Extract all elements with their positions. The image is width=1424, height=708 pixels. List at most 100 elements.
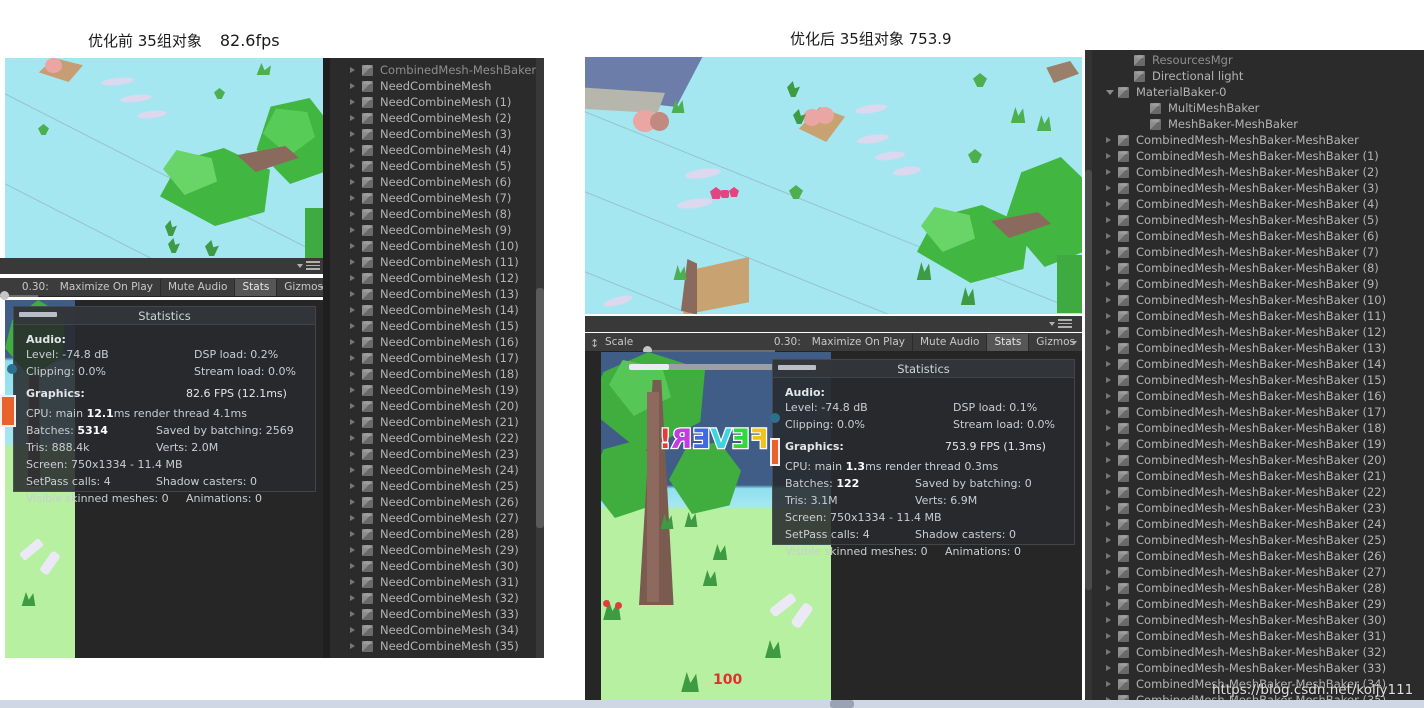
hierarchy-item[interactable]: NeedCombineMesh (5) xyxy=(336,158,544,174)
expand-arrow-icon[interactable] xyxy=(350,595,355,601)
hierarchy-item[interactable]: CombinedMesh-MeshBaker-MeshBaker (25) xyxy=(1092,532,1424,548)
expand-arrow-icon[interactable] xyxy=(1106,169,1111,175)
hierarchy-item[interactable]: CombinedMesh-MeshBaker-MeshBaker (15) xyxy=(1092,372,1424,388)
left-stats-button[interactable]: Stats xyxy=(235,278,278,296)
expand-arrow-icon[interactable] xyxy=(1106,441,1111,447)
hierarchy-item[interactable]: NeedCombineMesh (14) xyxy=(336,302,544,318)
expand-arrow-icon[interactable] xyxy=(350,179,355,185)
right-vertical-splitter-icon[interactable]: ↕ xyxy=(590,337,599,350)
hierarchy-item[interactable]: NeedCombineMesh (4) xyxy=(336,142,544,158)
hierarchy-item[interactable]: NeedCombineMesh (27) xyxy=(336,510,544,526)
hierarchy-item[interactable]: CombinedMesh-MeshBaker-MeshBaker (28) xyxy=(1092,580,1424,596)
expand-arrow-icon[interactable] xyxy=(350,291,355,297)
left-mute-audio-button[interactable]: Mute Audio xyxy=(161,278,236,296)
hierarchy-item[interactable]: CombinedMesh-MeshBaker-MeshBaker (32) xyxy=(1092,644,1424,660)
expand-arrow-icon[interactable] xyxy=(1106,281,1111,287)
expand-arrow-icon[interactable] xyxy=(350,483,355,489)
hierarchy-item[interactable]: CombinedMesh-MeshBaker-M xyxy=(336,62,544,78)
left-gameview-toolbar[interactable]: 0.30: Maximize On Play Mute Audio Stats … xyxy=(0,278,330,300)
expand-arrow-icon[interactable] xyxy=(350,467,355,473)
hierarchy-item[interactable]: NeedCombineMesh (25) xyxy=(336,478,544,494)
expand-arrow-icon[interactable] xyxy=(350,99,355,105)
hierarchy-item[interactable]: CombinedMesh-MeshBaker-MeshBaker (11) xyxy=(1092,308,1424,324)
expand-arrow-icon[interactable] xyxy=(350,67,355,73)
hierarchy-item[interactable]: CombinedMesh-MeshBaker-MeshBaker (21) xyxy=(1092,468,1424,484)
hierarchy-item[interactable]: CombinedMesh-MeshBaker-MeshBaker (17) xyxy=(1092,404,1424,420)
right-hierarchy-scroll-thumb[interactable] xyxy=(1085,170,1092,590)
expand-arrow-icon[interactable] xyxy=(1106,425,1111,431)
hierarchy-item[interactable]: MaterialBaker-0 xyxy=(1092,84,1424,100)
hierarchy-item[interactable]: NeedCombineMesh (1) xyxy=(336,94,544,110)
hierarchy-item[interactable]: CombinedMesh-MeshBaker-MeshBaker (27) xyxy=(1092,564,1424,580)
hierarchy-item[interactable]: CombinedMesh-MeshBaker-MeshBaker (23) xyxy=(1092,500,1424,516)
expand-arrow-icon[interactable] xyxy=(1106,345,1111,351)
hierarchy-item[interactable]: NeedCombineMesh (16) xyxy=(336,334,544,350)
hierarchy-item[interactable]: CombinedMesh-MeshBaker-MeshBaker (1) xyxy=(1092,148,1424,164)
hierarchy-item[interactable]: Directional light xyxy=(1092,68,1424,84)
hierarchy-item[interactable]: NeedCombineMesh (34) xyxy=(336,622,544,638)
expand-arrow-icon[interactable] xyxy=(350,419,355,425)
expand-arrow-icon[interactable] xyxy=(1106,633,1111,639)
right-hierarchy-scrollbar[interactable] xyxy=(1085,50,1092,702)
hierarchy-item[interactable]: CombinedMesh-MeshBaker-MeshBaker (20) xyxy=(1092,452,1424,468)
hierarchy-item[interactable]: NeedCombineMesh (23) xyxy=(336,446,544,462)
left-maximize-on-play-button[interactable]: Maximize On Play xyxy=(53,278,161,296)
hierarchy-item[interactable]: NeedCombineMesh (2) xyxy=(336,110,544,126)
expand-arrow-icon[interactable] xyxy=(350,403,355,409)
expand-arrow-icon[interactable] xyxy=(350,275,355,281)
expand-arrow-icon[interactable] xyxy=(350,147,355,153)
right-options-menu-icon[interactable] xyxy=(1058,319,1072,329)
right-game-view[interactable] xyxy=(585,57,1082,314)
expand-arrow-icon[interactable] xyxy=(350,211,355,217)
expand-arrow-icon[interactable] xyxy=(1106,505,1111,511)
right-stats-grip[interactable] xyxy=(778,365,816,370)
right-statistics-window[interactable]: Statistics Audio: Level: -74.8 dB DSP lo… xyxy=(772,359,1075,558)
hierarchy-item[interactable]: CombinedMesh-MeshBaker-MeshBaker xyxy=(1092,132,1424,148)
hierarchy-item[interactable]: CombinedMesh-MeshBaker-MeshBaker (31) xyxy=(1092,628,1424,644)
expand-arrow-icon[interactable] xyxy=(350,83,355,89)
expand-arrow-icon[interactable] xyxy=(350,259,355,265)
expand-arrow-icon[interactable] xyxy=(350,227,355,233)
hierarchy-item[interactable]: CombinedMesh-MeshBaker-MeshBaker (7) xyxy=(1092,244,1424,260)
expand-arrow-icon[interactable] xyxy=(350,499,355,505)
hierarchy-item[interactable]: CombinedMesh-MeshBaker-MeshBaker (13) xyxy=(1092,340,1424,356)
expand-arrow-icon[interactable] xyxy=(350,515,355,521)
left-hierarchy-scroll-thumb[interactable] xyxy=(536,288,544,528)
hierarchy-item[interactable]: CombinedMesh-MeshBaker-MeshBaker (33) xyxy=(1092,660,1424,676)
expand-arrow-icon[interactable] xyxy=(1106,361,1111,367)
expand-arrow-icon[interactable] xyxy=(1106,393,1111,399)
left-hierarchy-scrollbar[interactable] xyxy=(536,58,544,658)
hierarchy-item[interactable]: NeedCombineMesh (11) xyxy=(336,254,544,270)
right-gameview-toolbar[interactable]: ↕ Scale 0.30: Maximize On Play Mute Audi… xyxy=(585,333,1082,355)
hierarchy-item[interactable]: CombinedMesh-MeshBaker-MeshBaker (10) xyxy=(1092,292,1424,308)
hierarchy-item[interactable]: NeedCombineMesh (22) xyxy=(336,430,544,446)
expand-arrow-icon[interactable] xyxy=(350,387,355,393)
hierarchy-item[interactable]: NeedCombineMesh (32) xyxy=(336,590,544,606)
left-options-menu-icon[interactable] xyxy=(306,261,320,271)
hierarchy-item[interactable]: CombinedMesh-MeshBaker-MeshBaker (3) xyxy=(1092,180,1424,196)
expand-arrow-icon[interactable] xyxy=(350,627,355,633)
expand-arrow-icon[interactable] xyxy=(1106,409,1111,415)
expand-arrow-icon[interactable] xyxy=(350,243,355,249)
right-mute-audio-button[interactable]: Mute Audio xyxy=(913,333,988,351)
hierarchy-item[interactable]: NeedCombineMesh (7) xyxy=(336,190,544,206)
expand-arrow-icon[interactable] xyxy=(350,643,355,649)
hierarchy-item[interactable]: ResourcesMgr xyxy=(1092,52,1424,68)
expand-arrow-icon[interactable] xyxy=(1106,601,1111,607)
hierarchy-item[interactable]: NeedCombineMesh (20) xyxy=(336,398,544,414)
expand-arrow-icon[interactable] xyxy=(1106,537,1111,543)
expand-arrow-icon[interactable] xyxy=(350,355,355,361)
hierarchy-item[interactable]: MultiMeshBaker xyxy=(1092,100,1424,116)
left-stats-grip[interactable] xyxy=(19,312,57,317)
expand-arrow-icon[interactable] xyxy=(350,435,355,441)
expand-arrow-icon[interactable] xyxy=(350,611,355,617)
expand-arrow-icon[interactable] xyxy=(350,339,355,345)
left-game-view[interactable] xyxy=(5,58,323,258)
expand-arrow-icon[interactable] xyxy=(350,451,355,457)
left-options-caret-icon[interactable] xyxy=(297,264,303,268)
expand-arrow-icon[interactable] xyxy=(350,579,355,585)
expand-arrow-icon[interactable] xyxy=(1106,585,1111,591)
expand-arrow-icon[interactable] xyxy=(1106,313,1111,319)
hierarchy-item[interactable]: CombinedMesh-MeshBaker-MeshBaker (30) xyxy=(1092,612,1424,628)
hierarchy-item[interactable]: NeedCombineMesh (28) xyxy=(336,526,544,542)
